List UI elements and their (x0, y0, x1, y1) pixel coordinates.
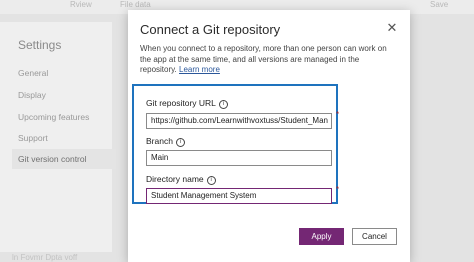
info-icon[interactable]: i (206, 176, 216, 185)
directory-name-input[interactable]: Student Management System (146, 188, 332, 204)
dialog-title: Connect a Git repository (140, 22, 281, 37)
toolbar-item: Rview (70, 0, 92, 9)
repo-url-label-text: Git repository URL (146, 98, 216, 108)
close-icon[interactable]: ✕ (384, 20, 400, 36)
directory-name-label: Directory name i (146, 174, 216, 185)
description-text: When you connect to a repository, more t… (140, 44, 387, 74)
learn-more-link[interactable]: Learn more (179, 65, 220, 74)
settings-title: Settings (18, 38, 62, 52)
directory-name-label-text: Directory name (146, 174, 204, 184)
toolbar-item: Save (430, 0, 449, 9)
apply-button[interactable]: Apply (299, 228, 344, 245)
settings-item-upcoming-features[interactable]: Upcoming features (18, 112, 89, 122)
settings-item-support[interactable]: Support (18, 133, 48, 143)
settings-item-display[interactable]: Display (18, 90, 46, 100)
required-marker: * (336, 110, 340, 119)
background-footer-text: ln Fovmr Dpta voff (12, 253, 78, 262)
branch-label-text: Branch (146, 136, 173, 146)
info-icon[interactable]: i (218, 100, 228, 109)
settings-panel: Settings General Display Upcoming featur… (0, 22, 116, 252)
connect-git-dialog: Connect a Git repository ✕ When you conn… (128, 10, 410, 262)
branch-input[interactable]: Main (146, 150, 332, 166)
required-marker: * (336, 185, 340, 194)
repository-form-highlight: Git repository URL i https://github.com/L… (132, 84, 340, 204)
settings-item-git-version-control[interactable]: Git version control (12, 149, 116, 169)
dialog-description: When you connect to a repository, more t… (140, 44, 392, 76)
repo-url-label: Git repository URL i (146, 98, 228, 109)
branch-label: Branch i (146, 136, 185, 147)
cancel-button[interactable]: Cancel (352, 228, 397, 245)
repo-url-input[interactable]: https://github.com/Learnwithvoxtuss/Stud… (146, 113, 332, 129)
info-icon[interactable]: i (175, 138, 185, 147)
settings-item-general[interactable]: General (18, 68, 48, 78)
toolbar-item: File data (120, 0, 151, 9)
